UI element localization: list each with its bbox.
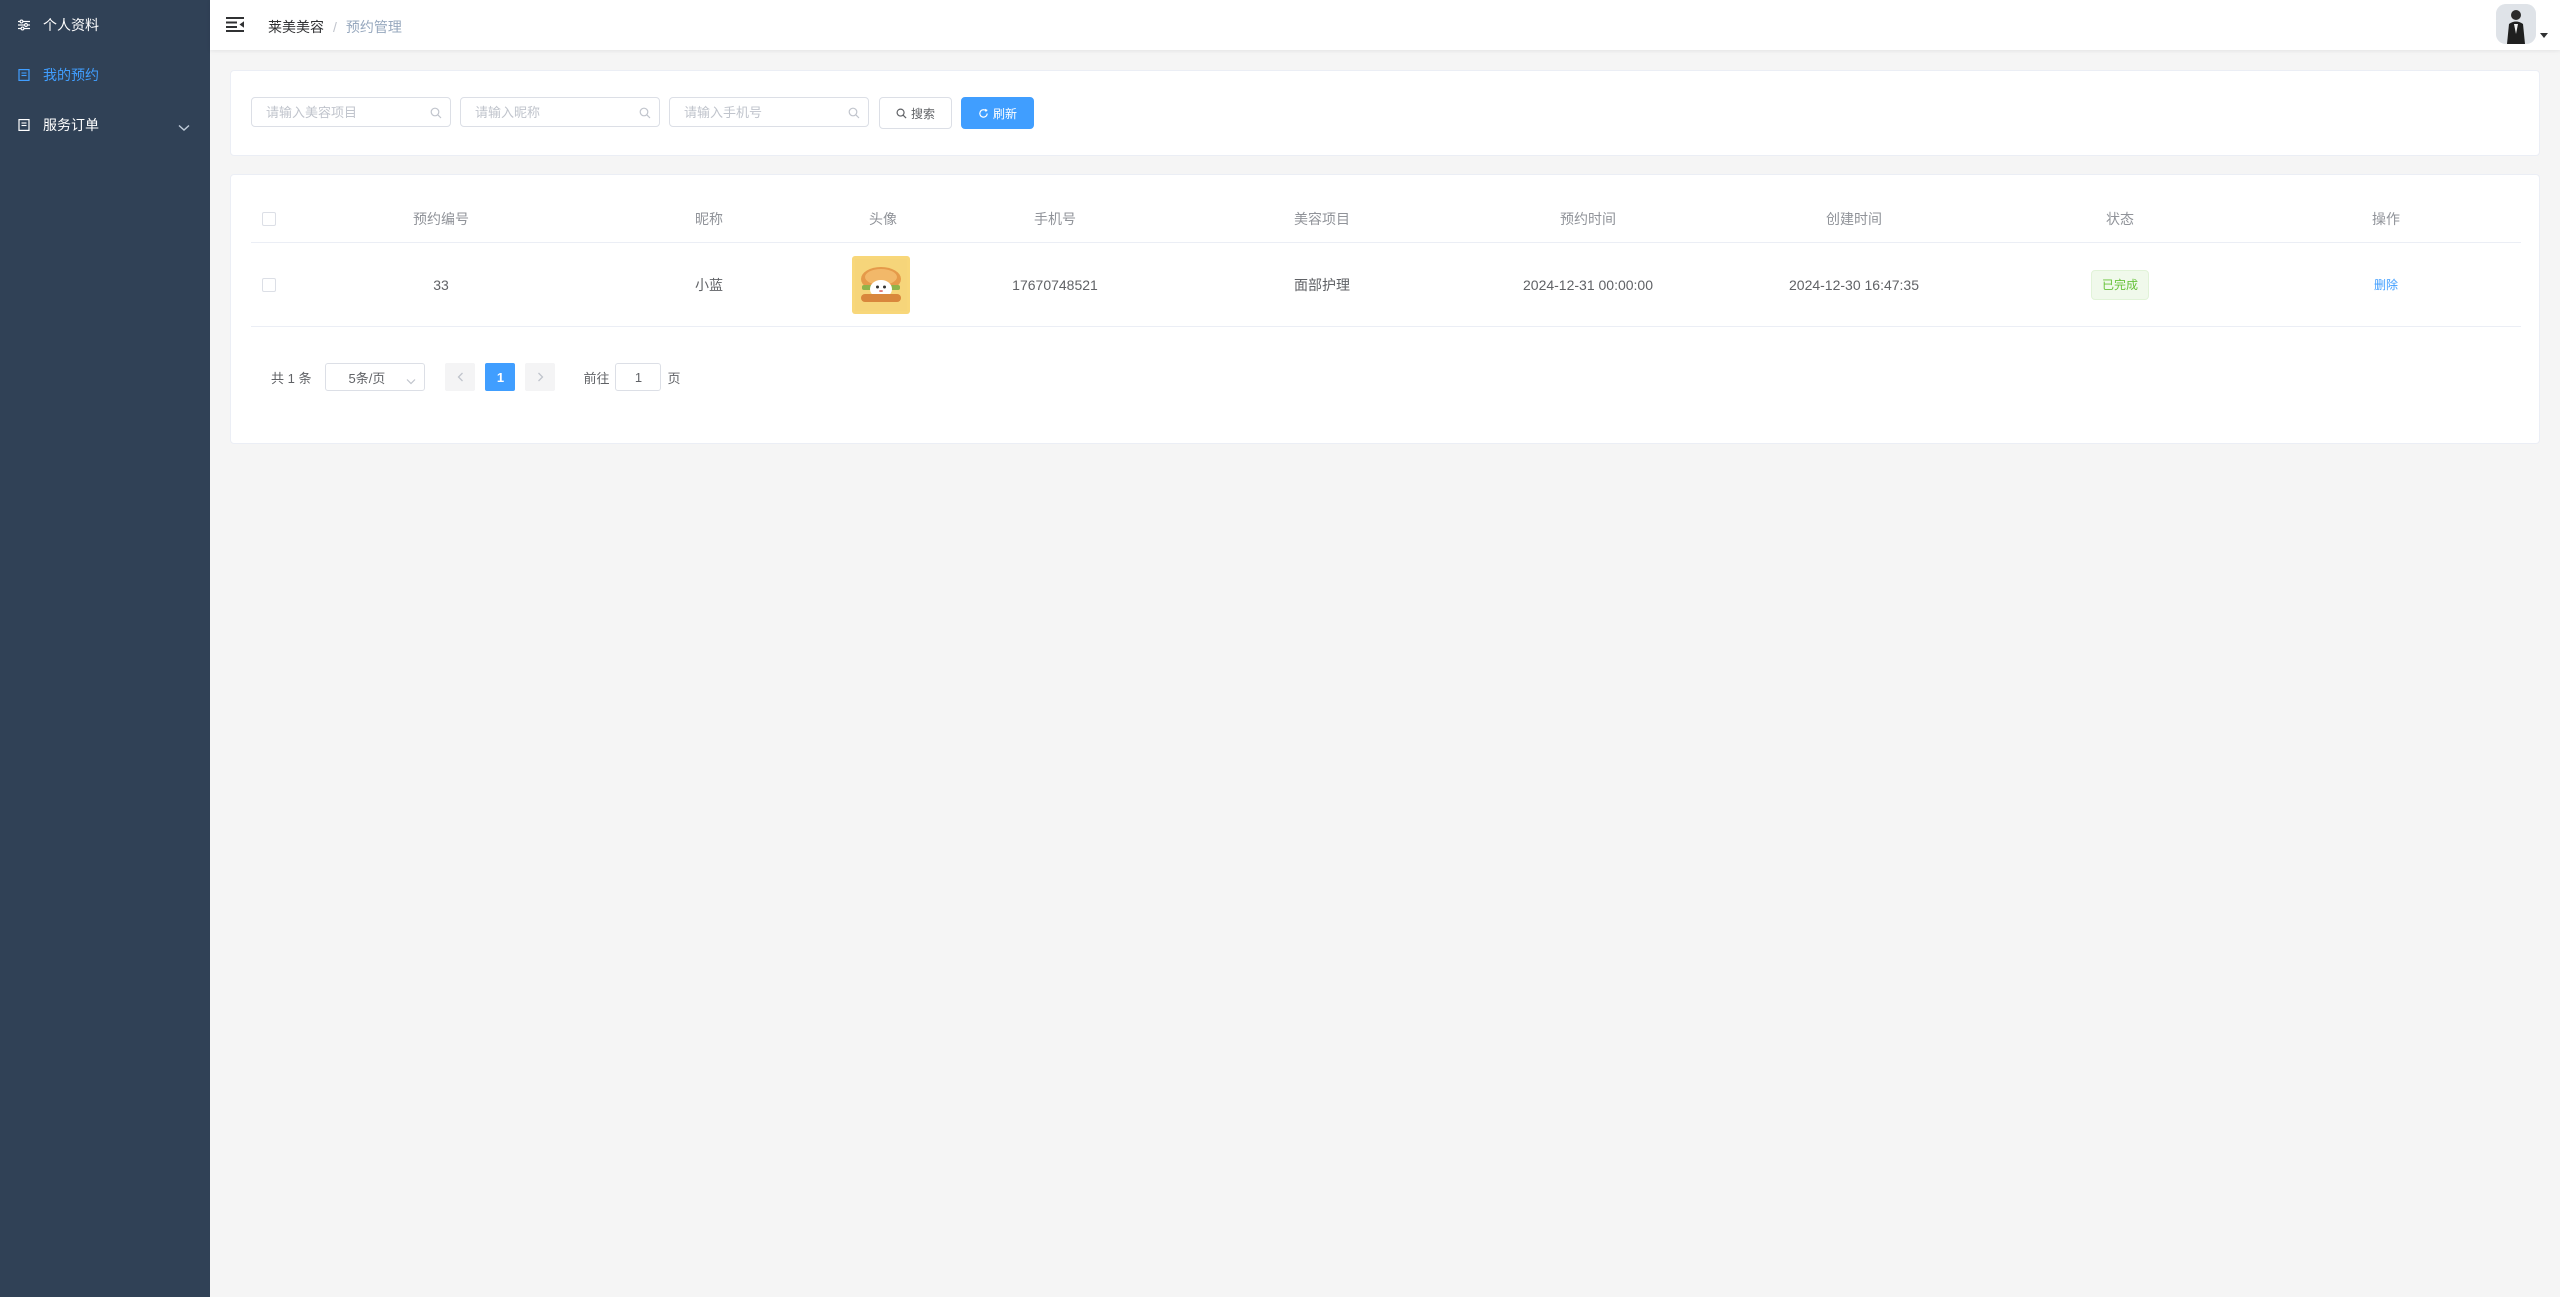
- cell-project: 面部护理: [1294, 276, 1350, 293]
- search-icon: [639, 106, 651, 122]
- select-all-checkbox[interactable]: [262, 211, 276, 226]
- sidebar: 个人资料 我的预约 服务订单: [0, 0, 210, 1297]
- column-header-project[interactable]: 美容项目: [1294, 195, 1350, 242]
- goto-page-input[interactable]: [615, 363, 662, 391]
- refresh-button[interactable]: 刷新: [961, 97, 1034, 129]
- refresh-icon: [978, 108, 989, 119]
- column-header-actions[interactable]: 操作: [2372, 195, 2400, 242]
- sidebar-item-profile[interactable]: 个人资料: [0, 0, 210, 50]
- caret-down-icon: [2540, 26, 2548, 42]
- goto-prefix: 前往: [583, 370, 610, 386]
- avatar[interactable]: [2496, 4, 2536, 44]
- delete-button[interactable]: 删除: [2374, 276, 2398, 293]
- sidebar-item-label: 个人资料: [43, 17, 99, 33]
- cell-actions: 删除: [2374, 243, 2398, 326]
- cell-avatar: [852, 243, 910, 326]
- pagination: 共 1 条 5条/页 1 前往 页: [271, 363, 681, 391]
- cell-appointment-time: 2024-12-31 00:00:00: [1523, 276, 1653, 293]
- status-badge: 已完成: [2090, 269, 2150, 300]
- breadcrumb-separator: /: [333, 19, 337, 35]
- hamburger-menu-icon[interactable]: [226, 15, 244, 33]
- column-header-created-time[interactable]: 创建时间: [1826, 195, 1882, 242]
- page-size-select[interactable]: 5条/页: [325, 363, 426, 391]
- search-icon: [896, 108, 907, 119]
- cell-created-time: 2024-12-30 16:47:35: [1789, 276, 1919, 293]
- breadcrumb: 莱美美容 / 预约管理: [268, 17, 402, 37]
- cell-id: 33: [433, 276, 449, 293]
- project-search-input[interactable]: [252, 98, 422, 126]
- prev-page-button[interactable]: [445, 363, 476, 391]
- next-page-button[interactable]: [525, 363, 556, 391]
- column-header-id[interactable]: 预约编号: [413, 195, 469, 242]
- page-number-current[interactable]: 1: [485, 363, 516, 391]
- row-checkbox[interactable]: [262, 277, 276, 292]
- table-header: 预约编号 昵称 头像 手机号 美容项目 预约时间 创建时间 状态 操作: [251, 195, 2521, 243]
- column-header-phone[interactable]: 手机号: [1034, 195, 1076, 242]
- search-button[interactable]: 搜索: [879, 97, 952, 129]
- chevron-left-icon: [457, 372, 463, 382]
- project-search-field: [251, 97, 451, 127]
- phone-search-field: [669, 97, 869, 127]
- chevron-right-icon: [538, 372, 544, 382]
- user-avatar-image[interactable]: [852, 255, 910, 314]
- page-jumper: 前往 页: [583, 363, 681, 391]
- document-icon: [18, 119, 30, 131]
- sidebar-item-label: 服务订单: [43, 117, 99, 133]
- sidebar-item-label: 我的预约: [43, 67, 99, 83]
- nickname-search-input[interactable]: [461, 98, 631, 126]
- cell-nickname: 小蓝: [695, 276, 723, 293]
- refresh-button-label: 刷新: [992, 106, 1017, 121]
- column-header-avatar[interactable]: 头像: [869, 195, 897, 242]
- document-icon: [18, 69, 30, 81]
- appointment-table: 预约编号 昵称 头像 手机号 美容项目 预约时间 创建时间 状态 操作 33 小…: [251, 195, 2521, 327]
- cell-phone: 17670748521: [1012, 276, 1098, 293]
- search-button-label: 搜索: [910, 106, 935, 121]
- sliders-icon: [18, 19, 30, 31]
- sidebar-item-service-orders[interactable]: 服务订单: [0, 100, 210, 150]
- breadcrumb-item-home[interactable]: 莱美美容: [268, 17, 324, 37]
- goto-suffix: 页: [667, 370, 681, 386]
- column-header-nickname[interactable]: 昵称: [695, 195, 723, 242]
- column-header-appointment-time[interactable]: 预约时间: [1560, 195, 1616, 242]
- nickname-search-field: [460, 97, 660, 127]
- select-all-cell: [262, 195, 276, 242]
- search-icon: [430, 106, 442, 122]
- cell-status: 已完成: [2090, 243, 2150, 326]
- phone-search-input[interactable]: [670, 98, 840, 126]
- user-menu[interactable]: [2496, 4, 2548, 44]
- search-panel: 搜索 刷新: [230, 70, 2540, 156]
- navbar: 莱美美容 / 预约管理: [210, 0, 2560, 50]
- pagination-total: 共 1 条: [271, 370, 312, 386]
- sidebar-item-my-appointments[interactable]: 我的预约: [0, 50, 210, 100]
- column-header-status[interactable]: 状态: [2106, 195, 2134, 242]
- page-size-value: 5条/页: [348, 370, 386, 386]
- chevron-down-icon: [406, 373, 416, 388]
- table-row: 33 小蓝 17670748521 面部护理 2024-12-31 00:00:…: [251, 243, 2521, 327]
- breadcrumb-item-current: 预约管理: [345, 19, 402, 35]
- appointment-table-panel: 预约编号 昵称 头像 手机号 美容项目 预约时间 创建时间 状态 操作 33 小…: [230, 174, 2540, 444]
- chevron-down-icon: [178, 119, 190, 135]
- search-icon: [848, 106, 860, 122]
- row-select-cell: [262, 243, 276, 326]
